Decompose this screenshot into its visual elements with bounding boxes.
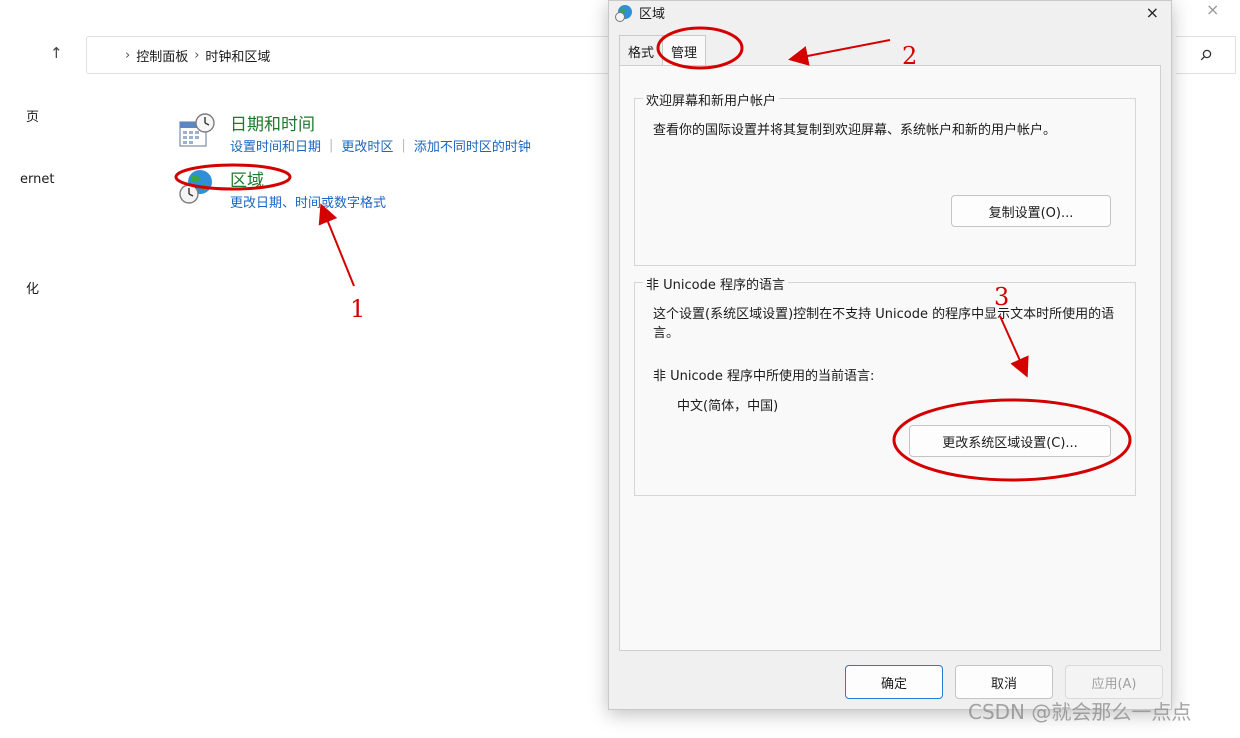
search-icon (1200, 49, 1211, 61)
left-nav-item[interactable]: 页 (26, 106, 39, 125)
cancel-button[interactable]: 取消 (955, 665, 1053, 699)
copy-settings-button[interactable]: 复制设置(O)... (951, 195, 1111, 227)
tab-strip: 格式 管理 (619, 35, 707, 67)
current-language-value: 中文(简体，中国) (677, 399, 779, 414)
link-divider: | (329, 138, 334, 153)
up-arrow-icon[interactable]: ↑ (50, 44, 63, 62)
breadcrumb-separator: › (194, 47, 200, 63)
left-nav-item[interactable]: ernet (20, 172, 54, 187)
datetime-category-title[interactable]: 日期和时间 (230, 110, 315, 135)
globe-clock-icon (179, 170, 212, 204)
annotation-label-1: 1 (350, 295, 366, 323)
search-button[interactable] (1176, 36, 1236, 74)
group-description: 这个设置(系统区域设置)控制在不支持 Unicode 的程序中显示文本时所使用的… (653, 307, 1115, 341)
group-title: 非 Unicode 程序的语言 (643, 274, 788, 293)
change-timezone-link[interactable]: 更改时区 (341, 136, 393, 155)
region-dialog: 区域 × 格式 管理 欢迎屏幕和新用户帐户 查看你的国际设置并将其复制到欢迎屏幕… (608, 0, 1172, 710)
datetime-links: 设置时间和日期 | 更改时区 | 添加不同时区的时钟 (230, 136, 531, 155)
breadcrumb-control-panel[interactable]: 控制面板 (136, 46, 188, 65)
link-divider: | (401, 138, 406, 153)
close-icon[interactable]: × (1206, 0, 1219, 19)
address-bar[interactable]: › 控制面板 › 时钟和区域 (86, 36, 616, 74)
current-language-label: 非 Unicode 程序中所使用的当前语言: (653, 369, 875, 384)
annotation-label-3: 3 (994, 283, 1010, 311)
ok-button[interactable]: 确定 (845, 665, 943, 699)
change-system-locale-button[interactable]: 更改系统区域设置(C)... (909, 425, 1111, 457)
welcome-screen-group: 欢迎屏幕和新用户帐户 查看你的国际设置并将其复制到欢迎屏幕、系统帐户和新的用户帐… (634, 90, 1136, 266)
region-category-title[interactable]: 区域 (230, 166, 264, 191)
watermark: CSDN @就会那么一点点 (968, 700, 1192, 724)
close-icon[interactable]: × (1146, 3, 1159, 22)
non-unicode-group: 非 Unicode 程序的语言 这个设置(系统区域设置)控制在不支持 Unico… (634, 274, 1136, 496)
region-links: 更改日期、时间或数字格式 (230, 192, 386, 211)
left-nav-item[interactable]: 化 (26, 278, 39, 297)
set-time-date-link[interactable]: 设置时间和日期 (230, 136, 321, 155)
breadcrumb-clock-region[interactable]: 时钟和区域 (205, 46, 270, 65)
calendar-clock-icon (179, 113, 215, 147)
breadcrumb-separator: › (125, 47, 131, 63)
group-description: 查看你的国际设置并将其复制到欢迎屏幕、系统帐户和新的用户帐户。 (653, 123, 1057, 138)
globe-icon (615, 4, 632, 22)
change-formats-link[interactable]: 更改日期、时间或数字格式 (230, 192, 386, 211)
dialog-titlebar: 区域 (615, 3, 665, 22)
tab-administrative[interactable]: 管理 (662, 35, 707, 67)
apply-button[interactable]: 应用(A) (1065, 665, 1163, 699)
add-clocks-link[interactable]: 添加不同时区的时钟 (414, 136, 531, 155)
tab-formats[interactable]: 格式 (619, 35, 664, 65)
dialog-title: 区域 (639, 7, 666, 22)
annotation-label-2: 2 (902, 42, 918, 70)
administrative-panel: 欢迎屏幕和新用户帐户 查看你的国际设置并将其复制到欢迎屏幕、系统帐户和新的用户帐… (619, 65, 1161, 651)
group-title: 欢迎屏幕和新用户帐户 (643, 90, 780, 109)
